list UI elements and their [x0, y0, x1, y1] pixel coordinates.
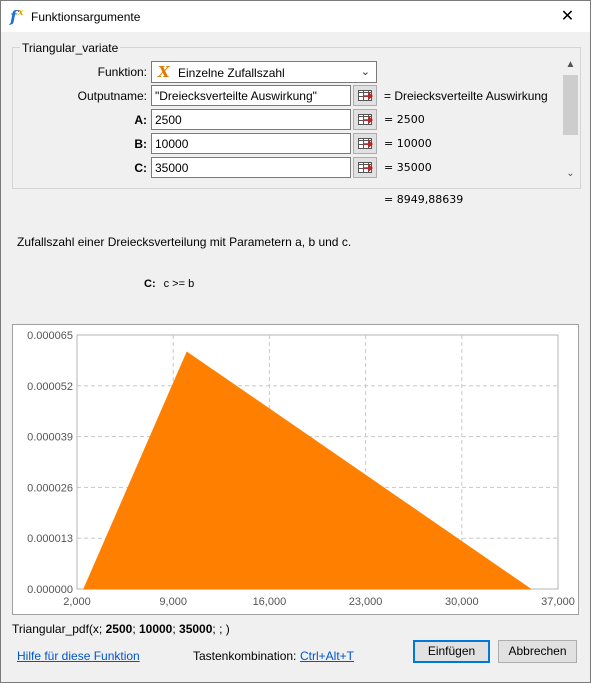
outputname-input[interactable]: "Dreiecksverteilte Auswirkung" — [151, 85, 351, 106]
title-bar: fx Funktionsargumente ✕ — [1, 1, 590, 32]
window-title: Funktionsargumente — [31, 10, 141, 24]
function-label: Funktion: — [97, 65, 147, 79]
scroll-down-icon[interactable]: ⌄ — [562, 166, 579, 182]
x-tick-label: 30,000 — [445, 596, 479, 608]
x-tick-label: 37,000 — [541, 596, 575, 608]
x-tick-label: 23,000 — [349, 596, 383, 608]
formula-c: 35000 — [179, 622, 213, 636]
outputname-ref-button[interactable] — [353, 85, 377, 106]
a-label: A: — [134, 113, 147, 127]
y-tick-label: 0.000000 — [27, 584, 73, 596]
formula-b: 10000 — [138, 622, 173, 636]
b-result: = 10000 — [384, 137, 432, 150]
x-tick-label: 9,000 — [159, 596, 187, 608]
function-dropdown[interactable]: X Einzelne Zufallszahl ⌄ — [151, 61, 377, 83]
scroll-up-icon[interactable]: ▲ — [562, 57, 579, 73]
formula-preview: Triangular_pdf(x; 2500; 10000; 35000; ; … — [12, 622, 230, 636]
function-description: Zufallszahl einer Dreiecksverteilung mit… — [17, 235, 352, 249]
formula-sep-1: ; — [132, 622, 139, 636]
y-tick-label: 0.000013 — [27, 533, 73, 545]
function-app-icon: fx — [10, 7, 24, 26]
parameter-help: C: c >= b — [144, 278, 194, 290]
c-ref-button[interactable] — [353, 157, 377, 178]
y-tick-label: 0.000039 — [27, 432, 73, 444]
parameter-help-name: C: — [144, 278, 156, 290]
distribution-chart: 2,000 9,000 16,000 23,000 30,000 37,000 0.0000… — [12, 324, 579, 615]
a-ref-button[interactable] — [353, 109, 377, 130]
b-label: B: — [134, 137, 147, 151]
y-tick-label: 0.000065 — [27, 330, 73, 342]
chevron-down-icon: ⌄ — [360, 66, 370, 78]
a-input[interactable]: 2500 — [151, 109, 351, 130]
b-ref-button[interactable] — [353, 133, 377, 154]
y-tick-label: 0.000026 — [27, 482, 73, 494]
c-input[interactable]: 35000 — [151, 157, 351, 178]
scrollbar-thumb[interactable] — [563, 75, 578, 135]
formula-a: 2500 — [105, 622, 133, 636]
x-function-icon: X — [158, 63, 170, 81]
shortcut-link[interactable]: Ctrl+Alt+T — [300, 649, 354, 663]
parameter-help-text: c >= b — [163, 278, 195, 290]
x-tick-label: 16,000 — [253, 596, 287, 608]
cancel-button[interactable]: Abbrechen — [498, 640, 577, 663]
c-result: = 35000 — [384, 161, 432, 174]
outputname-label: Outputname: — [77, 89, 147, 103]
a-result: = 2500 — [384, 113, 425, 126]
formula-prefix: Triangular_pdf(x; — [12, 622, 106, 636]
close-button[interactable]: ✕ — [545, 1, 590, 32]
outputname-result: = Dreiecksverteilte Auswirkung — [384, 89, 548, 103]
chart-svg: 2,000 9,000 16,000 23,000 30,000 37,000 0.0000… — [27, 330, 575, 608]
shortcut-label: Tastenkombination: — [193, 649, 297, 663]
y-tick-label: 0.000052 — [27, 381, 73, 393]
group-legend: Triangular_variate — [20, 41, 121, 55]
formula-suffix: ; ; ) — [212, 622, 230, 636]
dialog-window: fx Funktionsargumente ✕ Triangular_varia… — [0, 0, 591, 683]
c-label: C: — [134, 161, 147, 175]
insert-button[interactable]: Einfügen — [413, 640, 490, 663]
function-result: = 8949,88639 — [384, 193, 464, 206]
x-tick-label: 2,000 — [63, 596, 91, 608]
function-dropdown-value: Einzelne Zufallszahl — [178, 66, 285, 80]
help-link[interactable]: Hilfe für diese Funktion — [17, 649, 140, 663]
arguments-scrollbar[interactable]: ▲ ⌄ — [562, 57, 579, 182]
b-input[interactable]: 10000 — [151, 133, 351, 154]
